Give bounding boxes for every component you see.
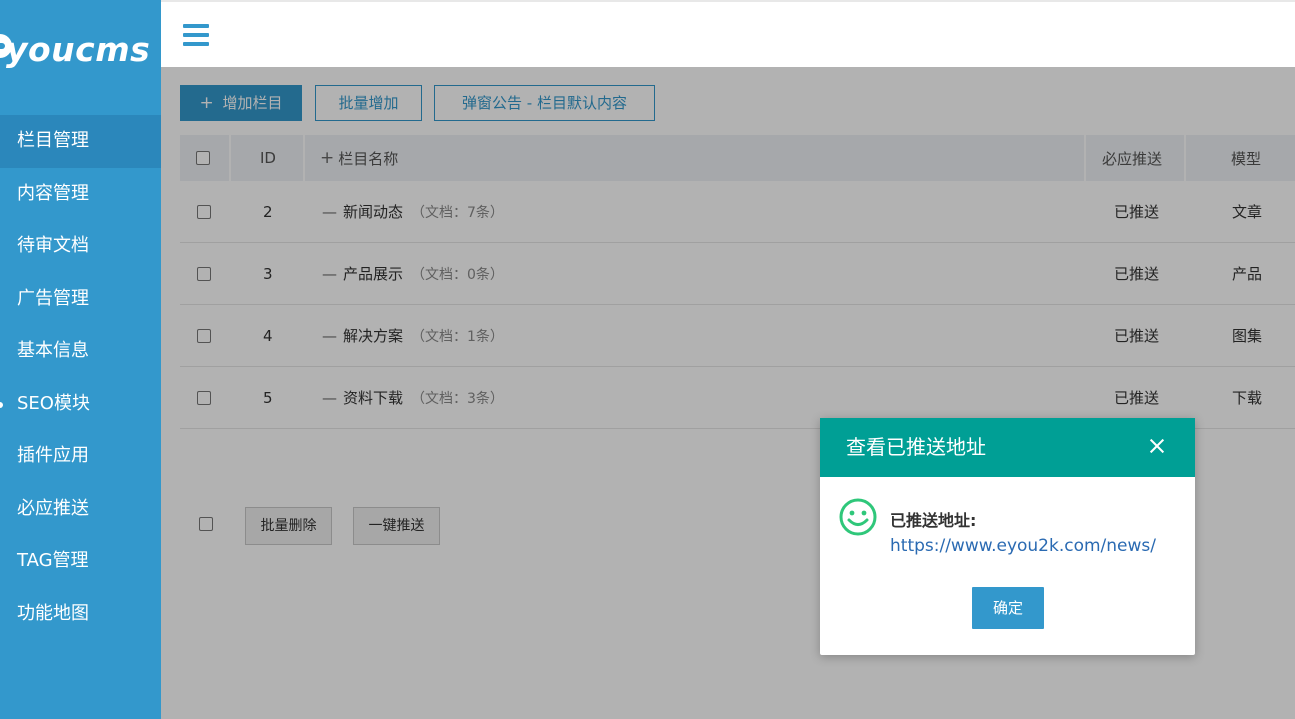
smile-icon — [839, 498, 877, 536]
pushed-url-label: 已推送地址: — [890, 511, 977, 530]
sidebar-nav: 栏目管理 内容管理 待审文档 广告管理 基本信息 SEO模块 插件应用 必应推送… — [0, 115, 161, 640]
sidebar-item-plugins[interactable]: 插件应用 — [0, 430, 161, 483]
sidebar-item-column-management[interactable]: 栏目管理 — [0, 115, 161, 168]
topbar — [161, 0, 1295, 67]
bullet-icon — [0, 401, 3, 408]
dialog-title: 查看已推送地址 — [846, 435, 986, 459]
sidebar-item-bing-push[interactable]: 必应推送 — [0, 483, 161, 536]
sidebar-item-ad-management[interactable]: 广告管理 — [0, 273, 161, 326]
close-icon[interactable] — [1145, 434, 1169, 458]
sidebar-item-content-management[interactable]: 内容管理 — [0, 168, 161, 221]
sidebar-item-label: SEO模块 — [17, 392, 90, 414]
logo: youcms — [0, 28, 161, 78]
sidebar-item-seo[interactable]: SEO模块 — [0, 378, 161, 431]
pushed-url-link[interactable]: https://www.eyou2k.com/news/ — [890, 536, 1156, 556]
dialog-header: 查看已推送地址 — [820, 418, 1195, 477]
confirm-button[interactable]: 确定 — [972, 587, 1044, 629]
sidebar-item-basic-info[interactable]: 基本信息 — [0, 325, 161, 378]
sidebar-item-tag-management[interactable]: TAG管理 — [0, 535, 161, 588]
pushed-url-dialog: 查看已推送地址 已推送地址: https://www.eyou2k.com/ne… — [820, 418, 1195, 655]
logo-text: youcms — [6, 30, 151, 69]
menu-toggle-icon[interactable] — [183, 24, 209, 46]
sidebar-item-function-map[interactable]: 功能地图 — [0, 588, 161, 641]
sidebar-item-pending-docs[interactable]: 待审文档 — [0, 220, 161, 273]
sidebar: youcms 栏目管理 内容管理 待审文档 广告管理 基本信息 SEO模块 插件… — [0, 0, 161, 719]
